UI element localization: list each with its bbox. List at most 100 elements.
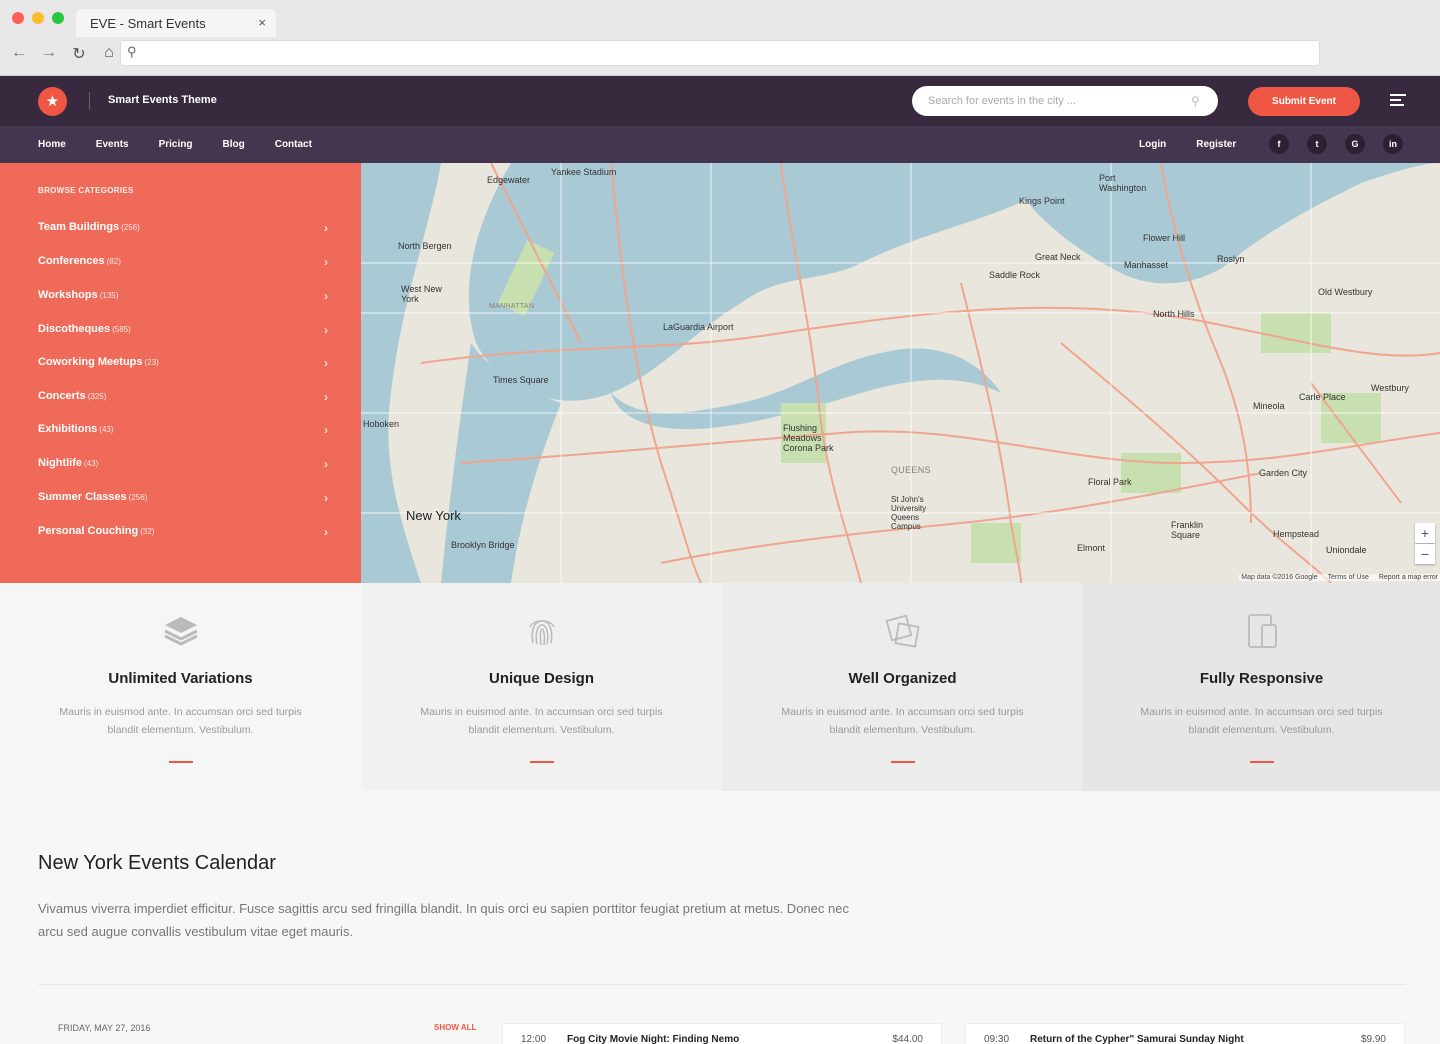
feature-title: Well Organized [848,670,957,687]
categories-heading: BROWSE CATEGORIES [38,186,134,195]
category-count: (43) [99,425,114,434]
category-count: (82) [106,257,121,266]
logo-star-icon[interactable]: ★ [38,87,67,116]
facebook-icon[interactable]: f [1269,134,1289,154]
category-count: (23) [144,358,159,367]
feature-card: Well Organized Mauris in euismod ante. I… [722,583,1083,791]
nav-menu: Home Events Pricing Blog Contact [38,139,342,150]
feature-title: Unlimited Variations [108,670,253,687]
tab-title: EVE - Smart Events [90,16,206,31]
search-icon[interactable]: ⚲ [1191,94,1200,108]
feature-text: Mauris in euismod ante. In accumsan orci… [781,706,1024,736]
map-label: Yankee Stadium [551,167,617,177]
feature-text: Mauris in euismod ante. In accumsan orci… [1140,706,1383,736]
map-label: Westbury [1371,383,1409,393]
map-label: Brooklyn Bridge [451,540,515,550]
category-item[interactable]: Conferences (82) › [38,255,328,269]
category-item[interactable]: Exhibitions (43) › [38,423,328,437]
close-window-icon[interactable] [12,12,24,24]
reload-icon[interactable]: ↻ [70,44,88,64]
event-row[interactable]: 12:00 Fog City Movie Night: Finding Nemo… [502,1023,942,1044]
home-icon[interactable]: ⌂ [100,44,118,64]
address-bar[interactable]: ⚲ [120,40,1320,66]
category-count: (256) [121,223,140,232]
feature-text: Mauris in euismod ante. In accumsan orci… [59,706,302,736]
chevron-right-icon: › [324,525,328,539]
map-label: Flower Hill [1143,233,1186,243]
zoom-in-button[interactable]: + [1415,523,1435,543]
show-all-link[interactable]: SHOW ALL [434,1023,476,1032]
google-icon[interactable]: G [1345,134,1365,154]
window-controls [12,12,64,24]
calendar-divider [38,984,1406,985]
register-link[interactable]: Register [1196,139,1236,150]
linkedin-icon[interactable]: in [1383,134,1403,154]
nav-contact[interactable]: Contact [275,139,312,150]
category-count: (135) [99,291,119,300]
map-label: North Bergen [398,241,452,251]
chevron-right-icon: › [324,457,328,471]
map-label: Flushing Meadows Corona Park [783,423,834,453]
category-item[interactable]: Nightlife (43) › [38,457,328,471]
search-icon: ⚲ [127,44,137,59]
feature-card: Unlimited Variations Mauris in euismod a… [0,583,361,791]
menu-icon[interactable] [1390,94,1406,109]
submit-event-button[interactable]: Submit Event [1248,87,1360,116]
minimize-window-icon[interactable] [32,12,44,24]
map-label: Hoboken [363,419,400,429]
event-time: 09:30 [984,1034,1010,1044]
category-item[interactable]: Concerts (325) › [38,390,328,404]
map-label: Great Neck [1035,252,1081,262]
map-data-text: Map data ©2016 Google [1241,574,1318,581]
site-header: ★ Smart Events Theme ⚲ Submit Event [0,76,1440,126]
chevron-right-icon: › [324,255,328,269]
category-item[interactable]: Team Buildings (256) › [38,221,328,235]
search-input[interactable] [912,86,1218,116]
zoom-out-button[interactable]: − [1415,544,1435,564]
twitter-icon[interactable]: t [1307,134,1327,154]
events-map[interactable]: Edgewater Yankee Stadium North Bergen We… [361,163,1440,583]
browser-nav-buttons: ← → ↻ ⌂ [10,44,118,64]
back-icon[interactable]: ← [10,44,28,64]
feature-divider [168,761,193,763]
event-name: Return of the Cypher" Samurai Sunday Nig… [1030,1034,1244,1044]
brand-name[interactable]: Smart Events Theme [108,94,217,106]
map-label: Franklin Square [1171,520,1204,540]
map-label: North Hills [1153,309,1195,319]
map-label: West New York [401,284,442,304]
squares-icon [885,614,920,648]
forward-icon[interactable]: → [40,44,58,64]
login-link[interactable]: Login [1139,139,1166,150]
category-item[interactable]: Summer Classes (256) › [38,491,328,505]
map-label: Floral Park [1088,477,1132,487]
terms-link[interactable]: Terms of Use [1328,574,1369,581]
report-map-error-link[interactable]: Report a map error [1379,574,1438,581]
category-item[interactable]: Workshops (135) › [38,289,328,303]
map-label: Port Washington [1099,173,1147,193]
feature-divider [529,761,554,763]
chevron-right-icon: › [324,390,328,404]
nav-events[interactable]: Events [96,139,129,150]
event-row[interactable]: 09:30 Return of the Cypher" Samurai Sund… [965,1023,1405,1044]
browser-chrome: EVE - Smart Events × ← → ↻ ⌂ ⚲ [0,0,1440,76]
category-item[interactable]: Personal Couching (32) › [38,525,328,539]
features-section: Unlimited Variations Mauris in euismod a… [0,583,1440,791]
calendar-intro: Vivamus viverra imperdiet efficitur. Fus… [38,901,849,939]
browser-tab[interactable]: EVE - Smart Events × [76,9,276,37]
categories-sidebar: BROWSE CATEGORIES Team Buildings (256) › C… [0,163,361,583]
nav-blog[interactable]: Blog [223,139,245,150]
chevron-right-icon: › [324,221,328,235]
category-name: Coworking Meetups [38,356,143,368]
event-name: Fog City Movie Night: Finding Nemo [567,1034,740,1044]
tab-close-icon[interactable]: × [258,15,266,30]
nav-home[interactable]: Home [38,139,66,150]
chevron-right-icon: › [324,491,328,505]
maximize-window-icon[interactable] [52,12,64,24]
feature-title: Fully Responsive [1199,670,1324,687]
category-count: (32) [140,527,155,536]
category-item[interactable]: Discotheques (585) › [38,323,328,337]
category-item[interactable]: Coworking Meetups (23) › [38,356,328,370]
category-name: Discotheques [38,323,111,335]
nav-pricing[interactable]: Pricing [159,139,193,150]
map-label: Uniondale [1326,545,1367,555]
